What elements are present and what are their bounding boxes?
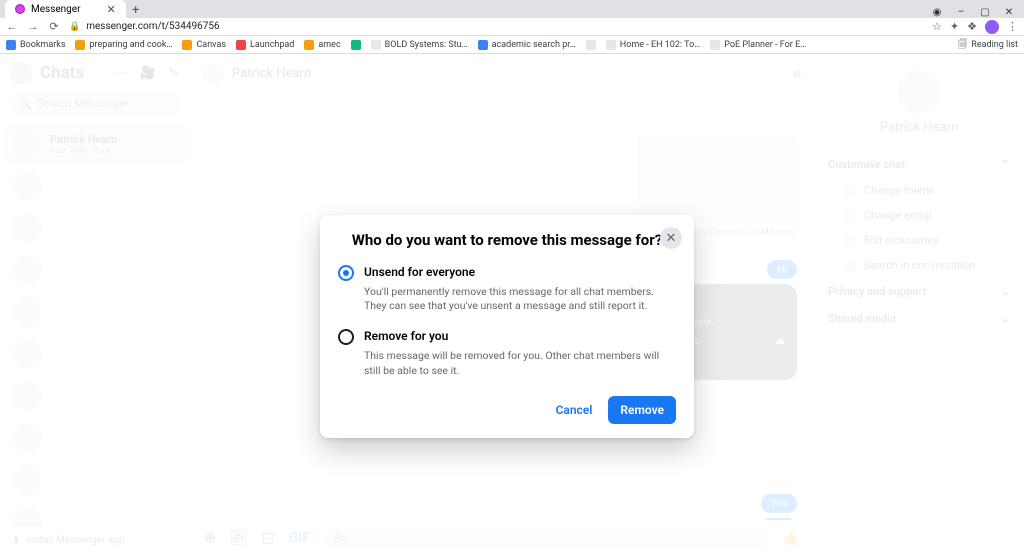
browser-toolbar: ← → ⟳ 🔒 messenger.com/t/534496756 ☆ ✦ ❖ … [0,18,1024,36]
back-icon[interactable]: ← [6,20,18,33]
chromecast-icon[interactable]: ◉ [930,7,944,18]
close-button[interactable]: ✕ [660,227,682,249]
forward-icon[interactable]: → [27,20,39,33]
new-tab-button[interactable]: + [126,3,146,18]
messenger-favicon [15,4,25,14]
window-minimize[interactable]: – [954,7,968,18]
kebab-menu-icon[interactable]: ⋮ [1007,20,1018,33]
bookmark-item[interactable]: Canvas [182,40,226,50]
url-text: messenger.com/t/534496756 [86,21,219,32]
profile-avatar[interactable] [985,20,999,34]
remove-button[interactable]: Remove [608,396,676,424]
bookmark-item[interactable]: Home - EH 102: To… [606,40,700,50]
bookmark-item[interactable] [351,40,361,50]
option-remove-for-you[interactable]: Remove for you This message will be remo… [338,329,676,377]
bookmark-item[interactable]: Launchpad [236,40,294,50]
bookmark-item[interactable] [586,40,596,50]
bookmarks-bar: Bookmarks preparing and cook… Canvas Lau… [0,36,1024,54]
window-close[interactable]: ✕ [1002,7,1016,18]
bookmark-item[interactable]: amec [304,40,340,50]
option-title: Remove for you [364,329,676,343]
radio-selected[interactable] [338,265,354,281]
puzzle-icon[interactable]: ❖ [967,20,977,33]
option-desc: You'll permanently remove this message f… [364,285,676,313]
bookmark-item[interactable]: academic search pr… [478,40,576,50]
extensions-icon[interactable]: ✦ [950,20,959,33]
window-maximize[interactable]: ▢ [978,7,992,18]
remove-message-dialog: ✕ Who do you want to remove this message… [320,215,694,438]
option-title: Unsend for everyone [364,265,676,279]
reading-list-button[interactable]: 🗐Reading list [958,37,1018,53]
close-icon: ✕ [666,231,677,246]
bookmark-item[interactable]: preparing and cook… [75,40,172,50]
tab-title: Messenger [31,4,81,15]
cancel-button[interactable]: Cancel [546,396,603,424]
reload-icon[interactable]: ⟳ [48,20,60,33]
option-unsend-everyone[interactable]: Unsend for everyone You'll permanently r… [338,265,676,313]
radio-unselected[interactable] [338,329,354,345]
bookmark-item[interactable]: PoE Planner - For E… [710,40,806,50]
browser-tab[interactable]: Messenger ✕ [5,0,126,18]
bookmark-item[interactable]: BOLD Systems: Stu… [371,40,468,50]
bookmark-item[interactable]: Bookmarks [6,40,65,50]
star-icon[interactable]: ☆ [932,20,942,33]
dialog-title: Who do you want to remove this message f… [338,231,676,249]
browser-tabstrip: Messenger ✕ + ◉ – ▢ ✕ [0,0,1024,18]
option-desc: This message will be removed for you. Ot… [364,349,676,377]
tab-close-icon[interactable]: ✕ [107,3,116,16]
address-bar[interactable]: 🔒 messenger.com/t/534496756 [69,21,923,32]
lock-icon: 🔒 [69,22,80,32]
